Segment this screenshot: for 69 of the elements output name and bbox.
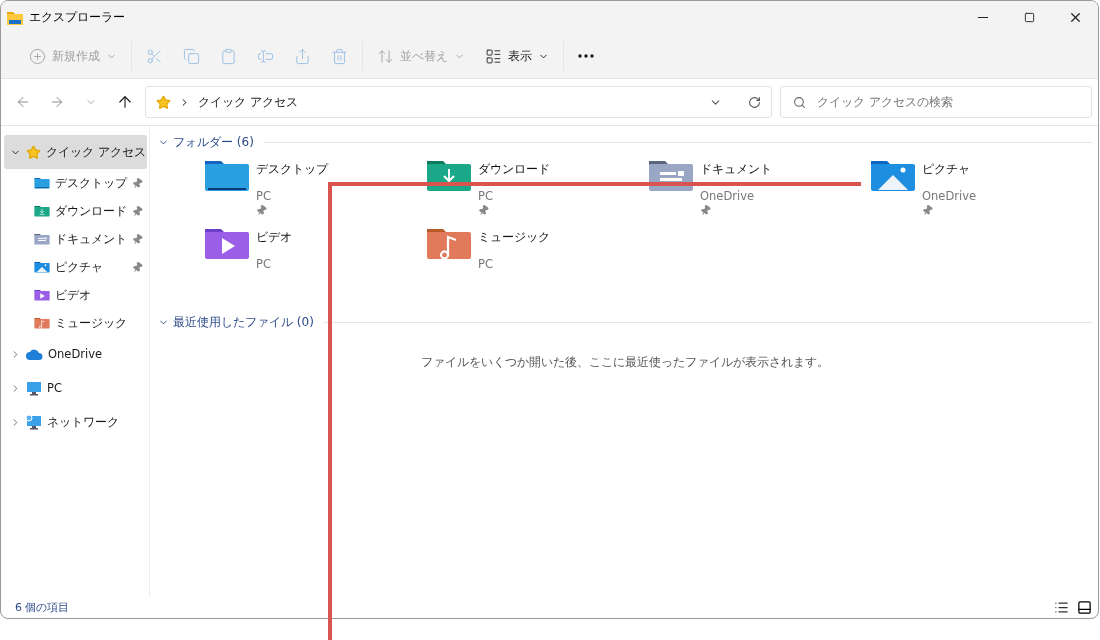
folder-icon bbox=[34, 205, 50, 217]
view-button[interactable]: 表示 bbox=[479, 41, 555, 71]
folder-location: PC bbox=[478, 257, 494, 272]
item-count: 6 個の項目 bbox=[15, 600, 71, 615]
window-title: エクスプローラー bbox=[29, 9, 126, 26]
folder-icon bbox=[7, 10, 23, 25]
star-icon bbox=[156, 94, 171, 110]
folder-location: OneDrive bbox=[700, 189, 756, 204]
folder-location: PC bbox=[256, 189, 272, 204]
section-title[interactable]: フォルダー (6) bbox=[173, 133, 254, 151]
folder-icon bbox=[34, 233, 50, 245]
nav-item[interactable]: OneDrive bbox=[4, 337, 147, 371]
folder-tile[interactable]: ピクチャ OneDrive bbox=[870, 158, 1092, 220]
folder-icon bbox=[204, 226, 250, 260]
nav-item[interactable]: ビデオ bbox=[4, 281, 147, 309]
folder-location: OneDrive bbox=[922, 189, 977, 204]
folder-name: ピクチャ bbox=[922, 162, 971, 177]
details-view-icon[interactable] bbox=[1054, 600, 1069, 615]
more-icon bbox=[578, 54, 594, 58]
nav-item[interactable]: ダウンロード bbox=[4, 197, 147, 225]
maximize-icon bbox=[1023, 12, 1035, 23]
folder-name: ダウンロード bbox=[478, 162, 550, 177]
folder-icon bbox=[204, 158, 250, 192]
folder-icon bbox=[34, 177, 50, 189]
nav-item[interactable]: デスクトップ bbox=[4, 169, 147, 197]
folder-name: ミュージック bbox=[478, 230, 550, 245]
nav-item[interactable]: ドキュメント bbox=[4, 225, 147, 253]
refresh-icon[interactable] bbox=[748, 95, 761, 109]
network-monitor-icon bbox=[26, 414, 42, 430]
share-icon bbox=[294, 47, 311, 65]
folder-icon bbox=[34, 317, 50, 329]
cloud-icon bbox=[26, 348, 43, 360]
sort-icon bbox=[377, 47, 394, 65]
folder-name: デスクトップ bbox=[256, 162, 328, 177]
address-bar[interactable]: クイック アクセス bbox=[145, 86, 772, 118]
folder-location: PC bbox=[256, 257, 272, 272]
monitor-icon bbox=[26, 380, 42, 396]
nav-item[interactable]: ミュージック bbox=[4, 309, 147, 337]
trash-icon bbox=[331, 47, 348, 65]
tiles-view-icon[interactable] bbox=[1077, 600, 1092, 615]
search-icon bbox=[793, 96, 806, 109]
rename-icon bbox=[257, 47, 274, 65]
folder-name: ドキュメント bbox=[700, 162, 772, 177]
nav-item[interactable]: PC bbox=[4, 371, 147, 405]
section-title[interactable]: 最近使用したファイル (0) bbox=[173, 313, 314, 331]
nav-item[interactable]: クイック アクセス bbox=[4, 135, 147, 169]
folder-icon bbox=[34, 289, 50, 301]
nav-item[interactable]: ネットワーク bbox=[4, 405, 147, 439]
search-field[interactable]: クイック アクセスの検索 bbox=[780, 86, 1092, 118]
folder-name: ビデオ bbox=[256, 230, 292, 245]
folder-tile[interactable]: デスクトップ PC bbox=[204, 158, 426, 220]
folder-icon bbox=[870, 158, 916, 192]
star-icon bbox=[26, 144, 41, 160]
folder-tile[interactable]: ビデオ PC bbox=[204, 226, 426, 288]
folder-tile[interactable]: ミュージック PC bbox=[426, 226, 648, 288]
copy-icon bbox=[183, 47, 200, 65]
plus-circle-icon bbox=[29, 47, 46, 65]
folder-icon bbox=[34, 261, 50, 273]
folder-tile[interactable]: ダウンロード PC bbox=[426, 158, 648, 220]
view-icon bbox=[485, 47, 502, 65]
minimize-icon bbox=[978, 17, 988, 18]
arrow-right-icon bbox=[49, 94, 65, 110]
empty-message: ファイルをいくつか開いた後、ここに最近使ったファイルが表示されます。 bbox=[420, 354, 830, 371]
folder-icon bbox=[426, 226, 472, 260]
folder-tile[interactable]: ドキュメント OneDrive bbox=[648, 158, 870, 220]
scissors-icon bbox=[146, 47, 163, 65]
folder-location: PC bbox=[478, 189, 494, 204]
clipboard-icon bbox=[220, 47, 237, 65]
nav-item[interactable]: ピクチャ bbox=[4, 253, 147, 281]
